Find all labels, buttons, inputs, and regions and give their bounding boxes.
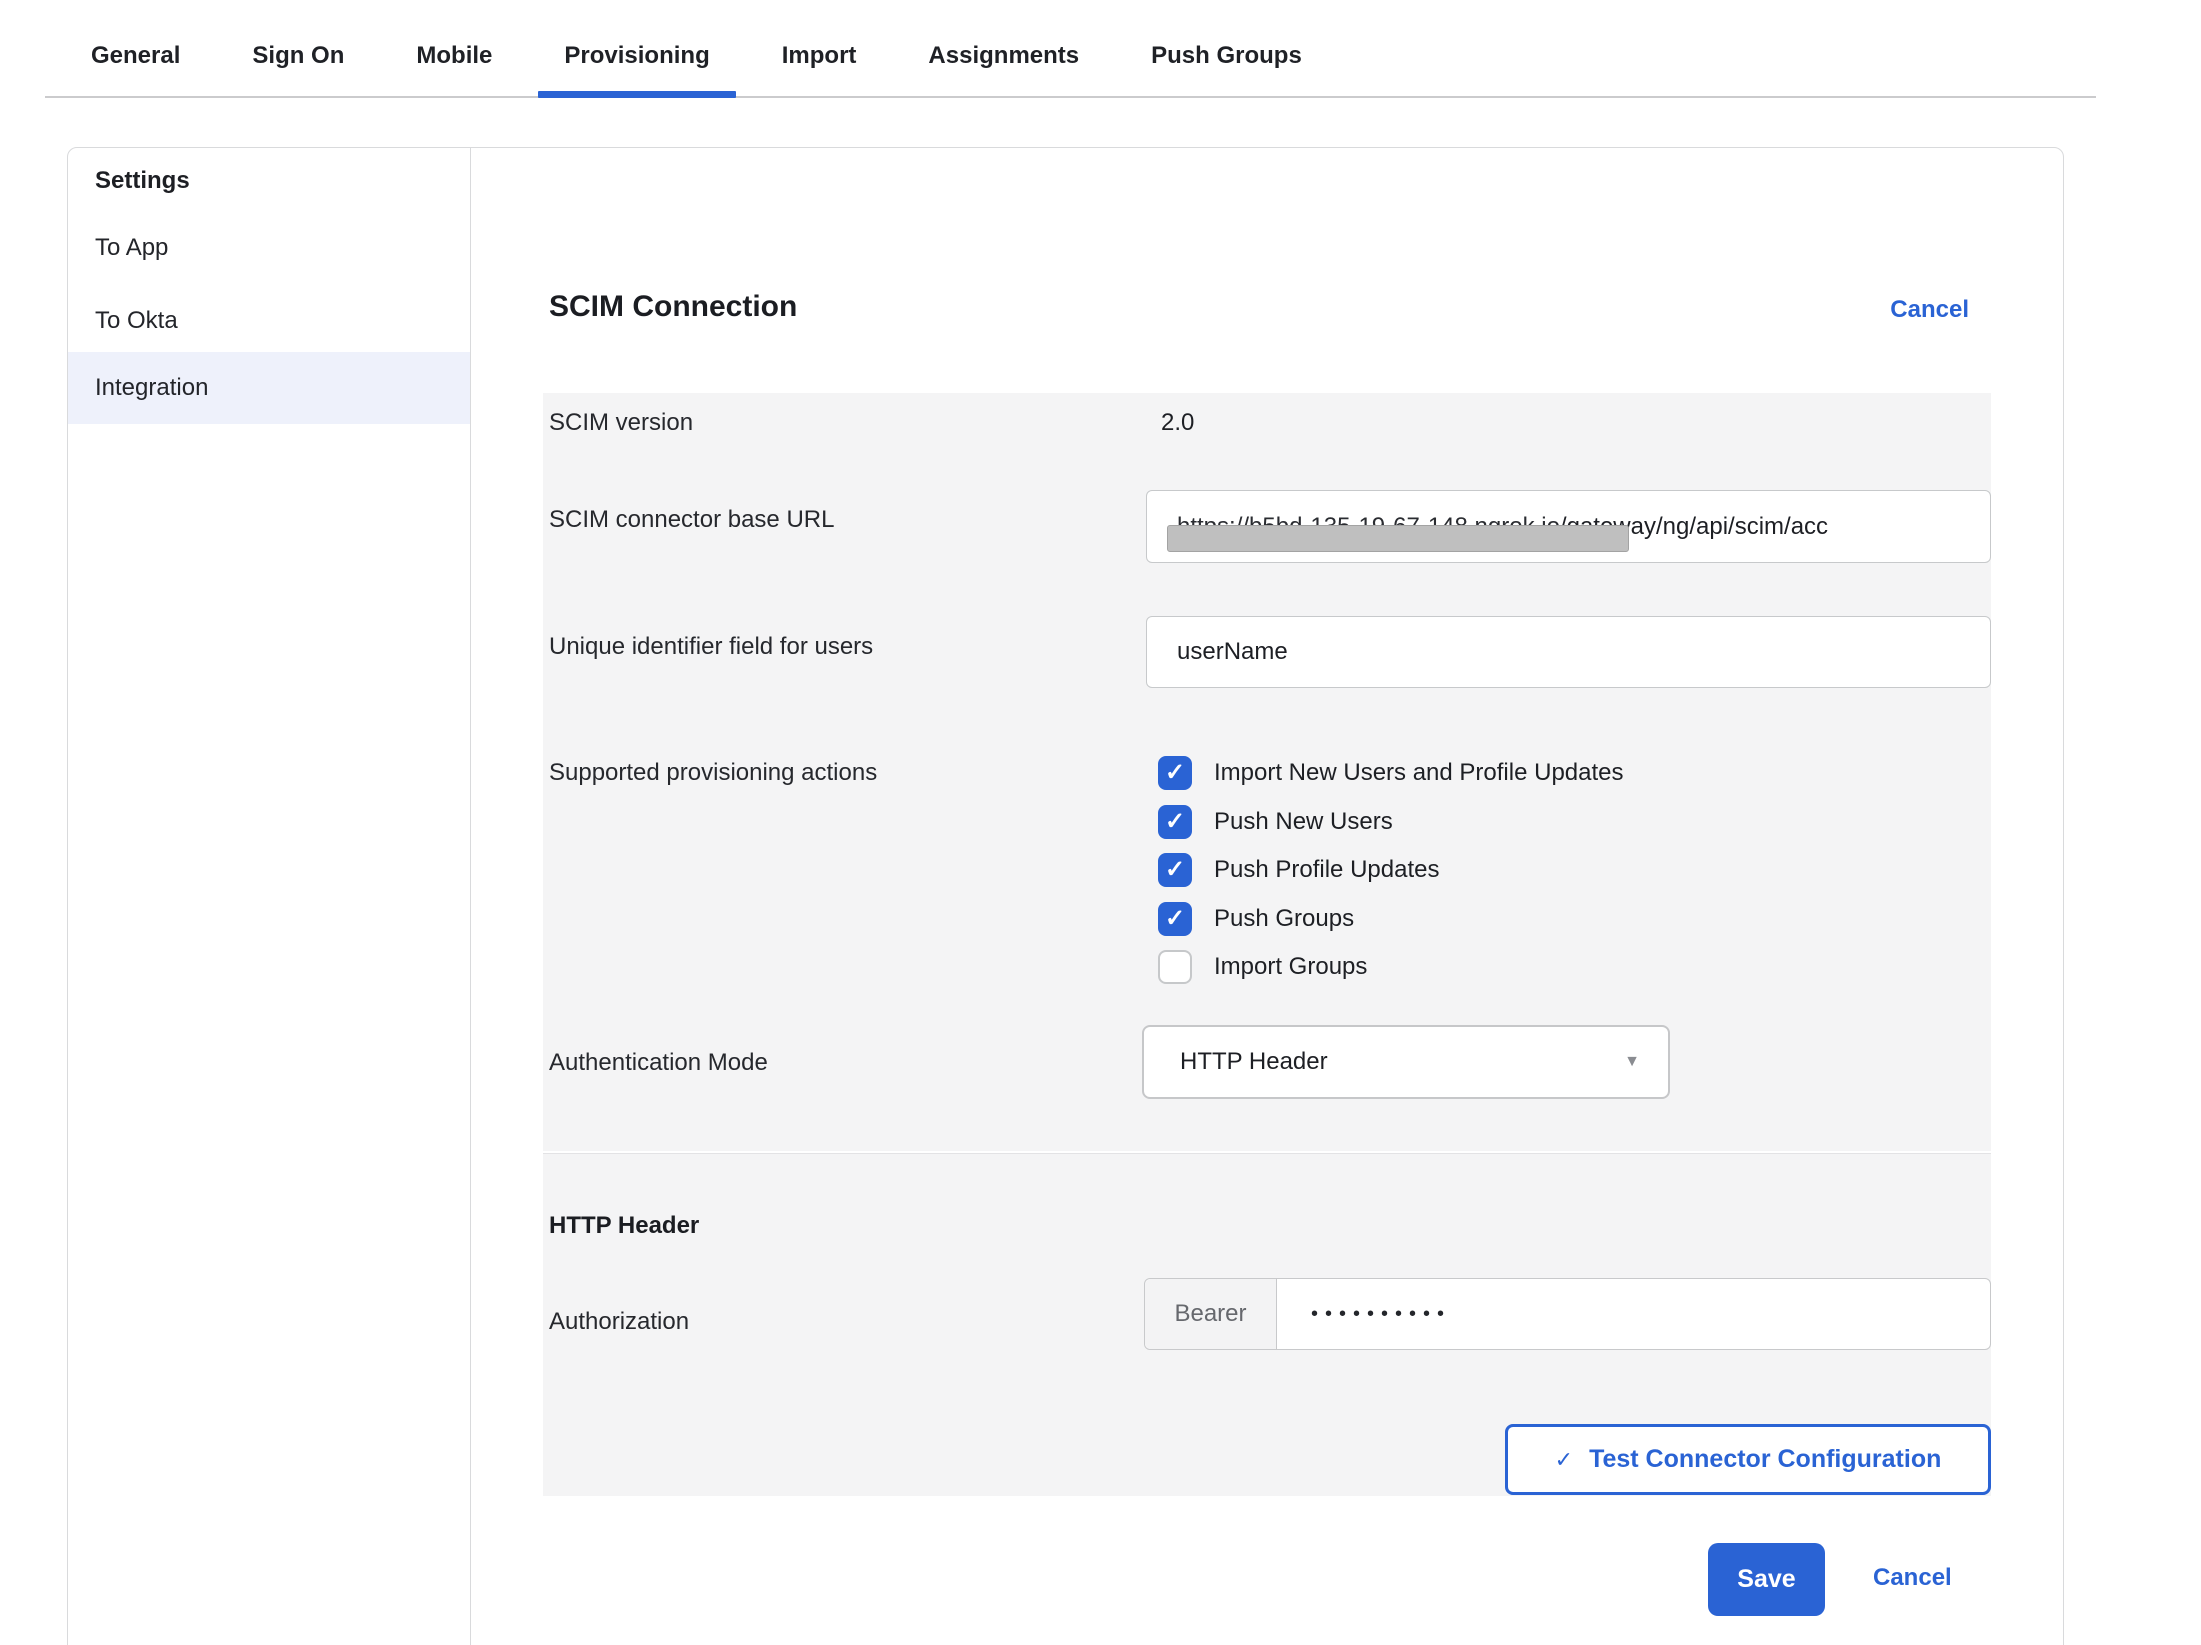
authorization-input-group: Bearer •••••••••• — [1144, 1278, 1991, 1350]
auth-mode-select[interactable]: HTTP Header ▼ — [1142, 1025, 1670, 1099]
checkbox-label: Import New Users and Profile Updates — [1214, 759, 1624, 787]
cancel-link-bottom[interactable]: Cancel — [1873, 1564, 1952, 1592]
tab-general[interactable]: General — [65, 0, 206, 97]
authorization-token-input[interactable]: •••••••••• — [1277, 1279, 1990, 1349]
unique-id-label: Unique identifier field for users — [549, 633, 873, 661]
checkbox-push-groups[interactable] — [1158, 902, 1192, 936]
checkbox-label: Push Profile Updates — [1214, 856, 1439, 884]
sidebar-item-to-okta[interactable]: To Okta — [95, 298, 178, 344]
checkbox-import-groups[interactable] — [1158, 950, 1192, 984]
tab-import[interactable]: Import — [756, 0, 883, 97]
auth-mode-label: Authentication Mode — [549, 1049, 768, 1077]
auth-mode-value: HTTP Header — [1180, 1048, 1328, 1075]
checkbox-row: Import New Users and Profile Updates — [1158, 756, 1624, 790]
tab-push-groups[interactable]: Push Groups — [1125, 0, 1328, 97]
redaction-bar — [1167, 525, 1629, 552]
scim-version-label: SCIM version — [549, 409, 693, 437]
checkbox-row: Push Groups — [1158, 902, 1354, 936]
tab-mobile[interactable]: Mobile — [390, 0, 518, 97]
unique-id-input[interactable]: userName — [1146, 616, 1991, 688]
test-connector-configuration-button[interactable]: ✓ Test Connector Configuration — [1505, 1424, 1991, 1495]
http-header-section-title: HTTP Header — [549, 1212, 699, 1240]
page-title: SCIM Connection — [549, 290, 797, 324]
app-canvas: General Sign On Mobile Provisioning Impo… — [0, 0, 2201, 1645]
test-connector-configuration-label: Test Connector Configuration — [1589, 1445, 1941, 1474]
checkbox-label: Push New Users — [1214, 808, 1393, 836]
tab-provisioning[interactable]: Provisioning — [538, 0, 735, 97]
scim-version-value: 2.0 — [1161, 409, 1194, 437]
sidebar-title: Settings — [95, 158, 190, 204]
checkbox-label: Import Groups — [1214, 953, 1367, 981]
sidebar-divider — [470, 148, 471, 1645]
authorization-label: Authorization — [549, 1308, 689, 1336]
provisioning-actions-label: Supported provisioning actions — [549, 759, 877, 787]
save-button[interactable]: Save — [1708, 1543, 1825, 1616]
sidebar-item-to-app[interactable]: To App — [95, 225, 168, 271]
checkbox-push-new-users[interactable] — [1158, 805, 1192, 839]
checkbox-import-new-users[interactable] — [1158, 756, 1192, 790]
base-url-input[interactable]: https://b5bd-135-19-67-148.ngrok.io/gate… — [1146, 490, 1991, 563]
checkbox-label: Push Groups — [1214, 905, 1354, 933]
base-url-label: SCIM connector base URL — [549, 506, 834, 534]
tab-sign-on[interactable]: Sign On — [226, 0, 370, 97]
sidebar-item-integration[interactable]: Integration — [68, 352, 470, 424]
tab-bar: General Sign On Mobile Provisioning Impo… — [0, 0, 2201, 97]
cancel-link-top[interactable]: Cancel — [1890, 296, 1969, 324]
check-icon: ✓ — [1555, 1447, 1573, 1473]
checkbox-row: Push Profile Updates — [1158, 853, 1439, 887]
checkbox-row: Import Groups — [1158, 950, 1367, 984]
tabs: General Sign On Mobile Provisioning Impo… — [65, 0, 1328, 97]
checkbox-row: Push New Users — [1158, 805, 1393, 839]
checkbox-push-profile-updates[interactable] — [1158, 853, 1192, 887]
tab-assignments[interactable]: Assignments — [902, 0, 1105, 97]
bearer-prefix: Bearer — [1145, 1279, 1277, 1349]
caret-down-icon: ▼ — [1624, 1027, 1640, 1097]
